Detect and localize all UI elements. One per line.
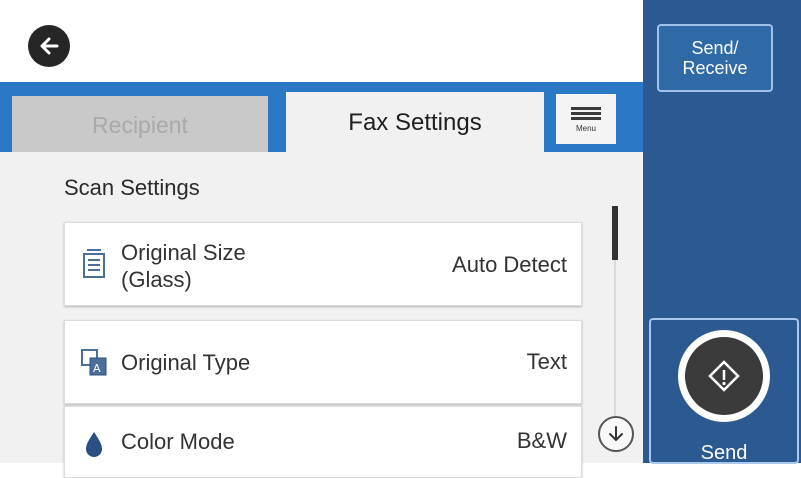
send-receive-label-line1: Send/ (691, 38, 739, 58)
original-type-icon: A (81, 349, 107, 376)
scrollbar-thumb[interactable] (612, 206, 618, 260)
arrow-down-icon (609, 426, 623, 441)
tab-fax-settings[interactable]: Fax Settings (286, 92, 544, 154)
send-receive-label-line2: Receive (682, 58, 748, 78)
action-panel: Send/ Receive Send (643, 0, 801, 464)
original-size-icon (83, 249, 105, 278)
send-circle (678, 330, 770, 422)
back-button[interactable] (28, 25, 70, 67)
scroll-down-button[interactable] (598, 416, 634, 452)
svg-text:A: A (93, 362, 101, 375)
setting-label: Color Mode (121, 429, 235, 454)
settings-panel: Scan Settings Original Size (Glass) Auto… (0, 152, 643, 478)
top-bar (0, 0, 643, 82)
setting-value: B&W (516, 428, 567, 453)
setting-original-size[interactable]: Original Size (Glass) Auto Detect (64, 222, 582, 306)
setting-value: Text (526, 349, 567, 374)
setting-label: Original Type (121, 350, 251, 375)
send-label: Send (700, 442, 748, 464)
setting-color-mode[interactable]: Color Mode B&W (64, 406, 582, 478)
send-inner (685, 337, 763, 415)
send-receive-button[interactable]: Send/ Receive (657, 24, 773, 92)
tab-recipient-label: Recipient (92, 111, 188, 138)
send-button[interactable]: Send (649, 318, 799, 464)
tab-recipient[interactable]: Recipient (12, 96, 268, 154)
menu-label: Menu (575, 124, 596, 133)
section-title: Scan Settings (64, 175, 200, 200)
menu-lines-icon (571, 105, 601, 122)
color-mode-icon (86, 432, 102, 457)
diamond-start-icon (708, 360, 740, 392)
setting-label: Original Size (Glass) (121, 240, 246, 292)
setting-original-type[interactable]: A Original Type Text (64, 320, 582, 404)
setting-value: Auto Detect (452, 252, 567, 277)
tab-fax-settings-label: Fax Settings (348, 109, 482, 136)
tab-bar: Recipient Fax Settings Menu (0, 82, 643, 154)
arrow-left-icon (40, 37, 59, 55)
menu-button[interactable]: Menu (556, 94, 616, 144)
